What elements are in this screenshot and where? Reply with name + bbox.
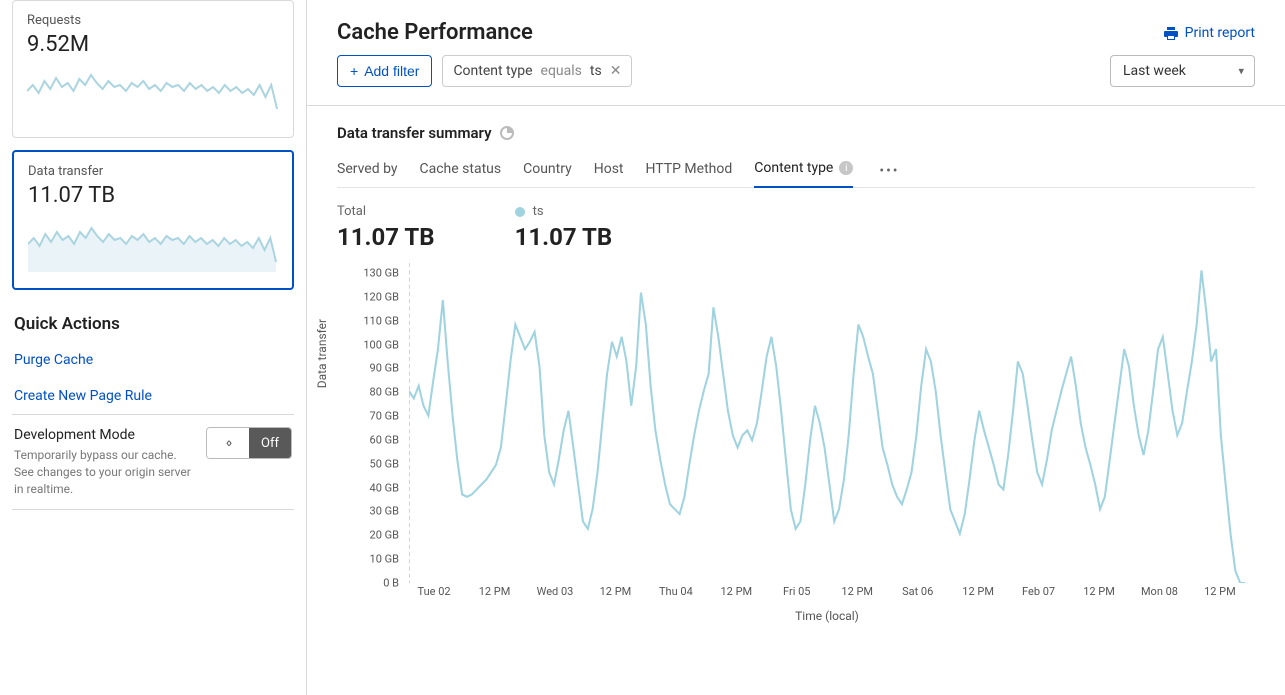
tab-host[interactable]: Host (594, 155, 624, 187)
tabs-overflow[interactable]: ••• (875, 163, 903, 179)
chip-value: ts (590, 63, 602, 79)
total-value: 11.07 TB (515, 223, 613, 251)
sparkline-data-transfer (28, 214, 278, 272)
print-icon (1163, 25, 1179, 41)
y-axis: Data transfer 0 B10 GB20 GB30 GB40 GB50 … (337, 263, 405, 583)
total-value: 11.07 TB (337, 223, 435, 251)
summary-title: Data transfer summary (337, 124, 492, 142)
chip-field: Content type (453, 63, 532, 79)
y-tick: 70 GB (370, 410, 399, 423)
totals: Total 11.07 TB ts 11.07 TB (337, 204, 1255, 251)
x-tick: 12 PM (962, 585, 994, 598)
quick-actions-title: Quick Actions (14, 314, 294, 334)
header: Cache Performance Print report (307, 0, 1285, 55)
filter-chip-content-type[interactable]: Content type equals ts ✕ (442, 55, 632, 87)
x-axis-label: Time (local) (795, 609, 859, 623)
x-tick: 12 PM (1083, 585, 1115, 598)
y-tick: 130 GB (363, 267, 399, 280)
arrows-icon (207, 428, 249, 458)
action-create-page-rule[interactable]: Create New Page Rule (12, 378, 294, 414)
x-tick: Wed 03 (537, 585, 574, 598)
y-tick: 0 B (383, 577, 399, 590)
x-tick: 12 PM (720, 585, 752, 598)
tab-served-by[interactable]: Served by (337, 155, 398, 187)
quick-actions: Quick Actions Purge Cache Create New Pag… (12, 302, 294, 510)
y-tick: 100 GB (363, 338, 399, 351)
y-tick: 60 GB (370, 433, 399, 446)
add-filter-label: Add filter (364, 63, 419, 79)
info-icon: i (839, 161, 853, 175)
time-range-label: Last week (1123, 63, 1186, 79)
quick-actions-list: Purge Cache Create New Page Rule (12, 342, 294, 414)
y-tick: 20 GB (370, 529, 399, 542)
tab-cache-status[interactable]: Cache status (420, 155, 502, 187)
y-tick: 30 GB (370, 505, 399, 518)
x-tick: Thu 04 (659, 585, 693, 598)
page-title: Cache Performance (337, 20, 533, 45)
devmode-desc: Temporarily bypass our cache. See change… (14, 447, 194, 497)
x-tick: Sat 06 (902, 585, 933, 598)
x-tick: 12 PM (600, 585, 632, 598)
x-tick: 12 PM (1204, 585, 1236, 598)
x-tick: Feb 07 (1022, 585, 1055, 598)
devmode-title: Development Mode (14, 427, 194, 443)
y-tick: 120 GB (363, 290, 399, 303)
total-ts: ts 11.07 TB (515, 204, 613, 251)
y-tick: 10 GB (370, 553, 399, 566)
y-axis-label: Data transfer (315, 319, 329, 388)
print-label: Print report (1185, 25, 1255, 41)
card-label: Data transfer (28, 164, 278, 179)
chart: Data transfer 0 B10 GB20 GB30 GB40 GB50 … (337, 263, 1255, 623)
y-tick: 50 GB (370, 457, 399, 470)
summary-tabs: Served by Cache status Country Host HTTP… (337, 154, 1255, 188)
tab-http-method[interactable]: HTTP Method (646, 155, 733, 187)
action-purge-cache[interactable]: Purge Cache (12, 342, 294, 378)
card-value: 9.52M (27, 32, 279, 57)
y-tick: 110 GB (363, 314, 399, 327)
close-icon[interactable]: ✕ (610, 63, 622, 79)
legend-dot-icon (515, 207, 525, 217)
content: Data transfer summary Served by Cache st… (307, 106, 1285, 633)
x-axis: Tue 02 12 PM Wed 03 12 PM Thu 04 12 PM Fri 05 1… (409, 583, 1245, 623)
toggle-state: Off (249, 428, 291, 458)
card-value: 11.07 TB (28, 183, 278, 208)
y-tick: 80 GB (370, 386, 399, 399)
x-tick: Mon 08 (1141, 585, 1178, 598)
x-tick: Tue 02 (418, 585, 451, 598)
filter-row: + Add filter Content type equals ts ✕ La… (307, 55, 1285, 106)
chip-op: equals (541, 63, 582, 79)
sparkline-requests (27, 63, 279, 121)
total-label: Total (337, 204, 435, 219)
x-tick: 12 PM (841, 585, 873, 598)
pie-icon (500, 126, 514, 140)
development-mode-row: Development Mode Temporarily bypass our … (12, 414, 294, 510)
card-requests[interactable]: Requests 9.52M (12, 0, 294, 138)
devmode-toggle[interactable]: Off (206, 427, 292, 459)
tab-content-type[interactable]: Content type i (754, 154, 853, 188)
add-filter-button[interactable]: + Add filter (337, 55, 432, 87)
y-tick: 40 GB (370, 481, 399, 494)
total-all: Total 11.07 TB (337, 204, 435, 251)
tab-label: Content type (754, 160, 833, 176)
card-data-transfer[interactable]: Data transfer 11.07 TB (12, 150, 294, 290)
print-report[interactable]: Print report (1163, 25, 1255, 41)
plus-icon: + (350, 63, 358, 79)
x-tick: 12 PM (479, 585, 511, 598)
total-label: ts (533, 204, 544, 219)
y-tick: 90 GB (370, 362, 399, 375)
card-label: Requests (27, 13, 279, 28)
sidebar: Requests 9.52M Data transfer 11.07 TB Qu… (0, 0, 306, 695)
plot-area[interactable] (409, 263, 1245, 583)
x-tick: Fri 05 (783, 585, 810, 598)
tab-country[interactable]: Country (523, 155, 572, 187)
time-range-select[interactable]: Last week (1110, 55, 1255, 87)
main: Cache Performance Print report + Add fil… (306, 0, 1285, 695)
